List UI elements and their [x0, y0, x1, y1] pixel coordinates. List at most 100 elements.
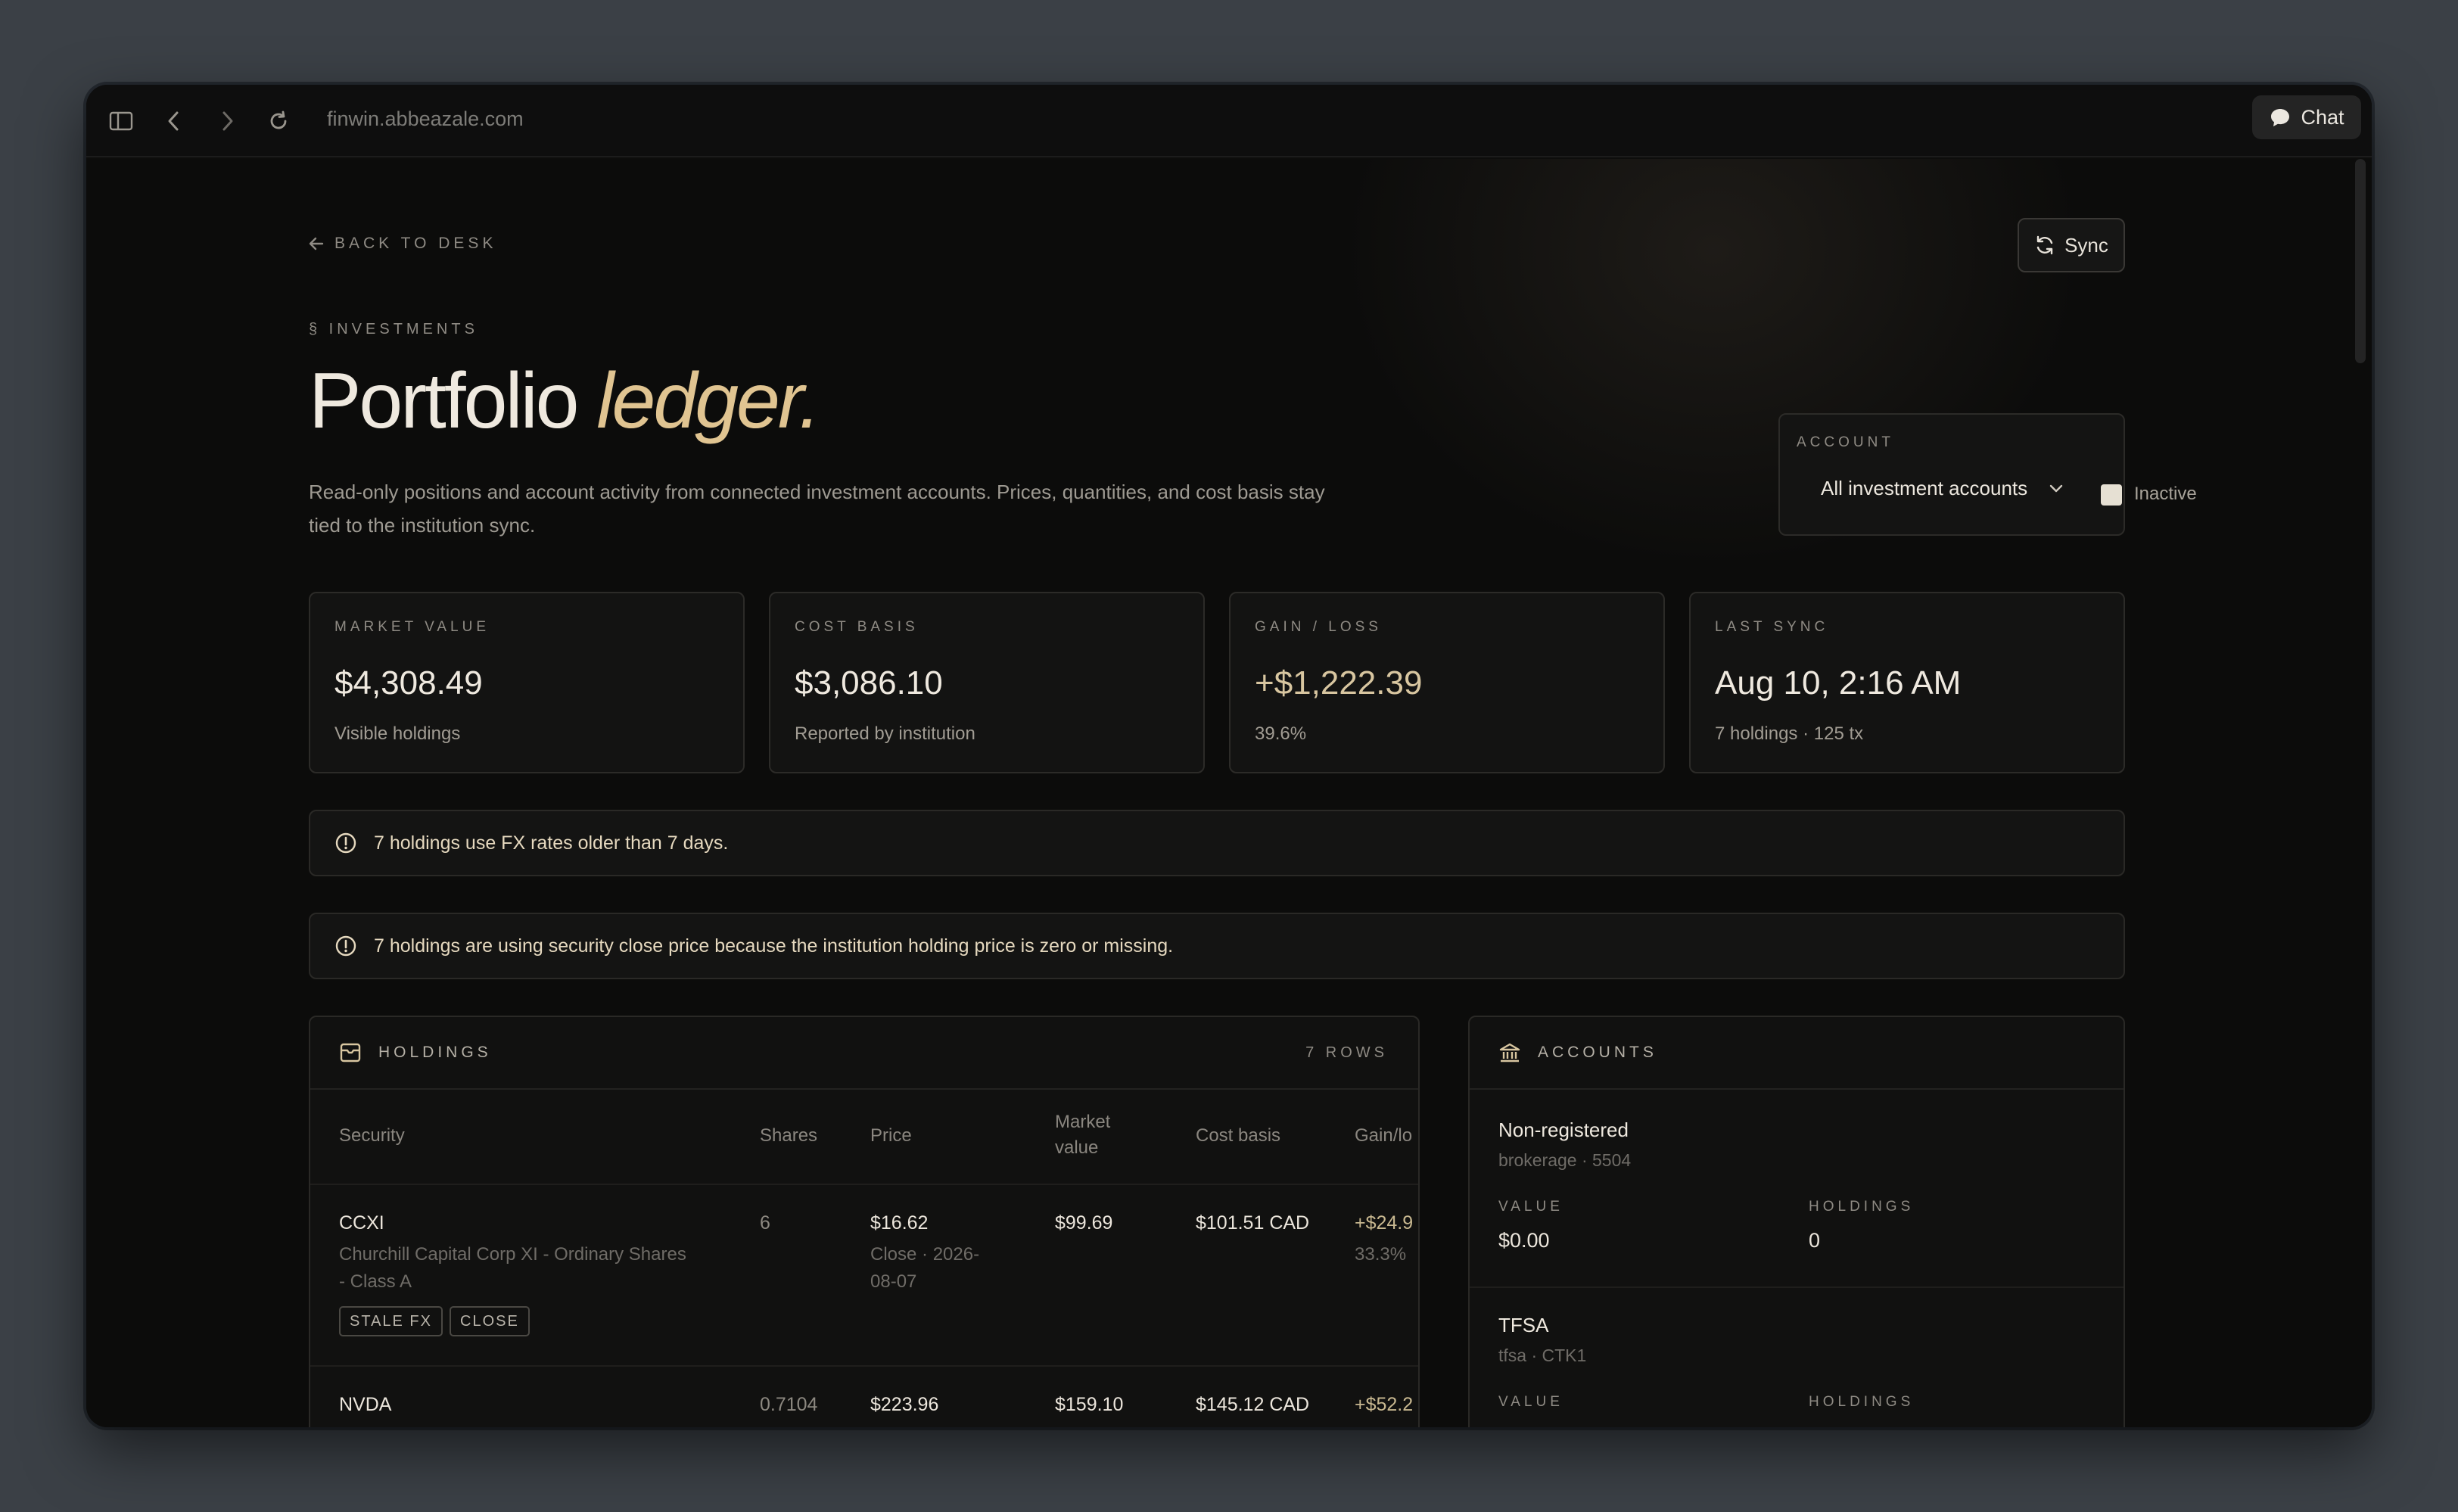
account-value-label: VALUE — [1498, 1199, 1563, 1215]
price-value: $223.96 — [870, 1394, 939, 1415]
alert-stale-fx: 7 holdings use FX rates older than 7 day… — [309, 810, 2125, 876]
stat-last-sync: LAST SYNC Aug 10, 2:16 AM 7 holdings · 1… — [1689, 592, 2125, 773]
account-filter: ACCOUNT All investment accounts Inactive — [1778, 413, 2197, 536]
account-select[interactable]: All investment accounts — [1821, 477, 2064, 500]
security-symbol: CCXI — [339, 1212, 384, 1234]
column-header-gain-loss[interactable]: Gain/lo — [1355, 1123, 1412, 1149]
shares-value: 6 — [760, 1212, 770, 1234]
account-value-label: VALUE — [1498, 1394, 1563, 1410]
chevron-down-icon — [2049, 484, 2063, 492]
account-select-value: All investment accounts — [1821, 477, 2028, 499]
column-header-price[interactable]: Price — [870, 1123, 912, 1149]
page-description: Read-only positions and account activity… — [309, 481, 1325, 537]
security-name: Churchill Capital Corp XI - Ordinary Sha… — [339, 1244, 686, 1265]
market-value: $159.10 — [1055, 1394, 1124, 1415]
accounts-title: ACCOUNTS — [1538, 1044, 1657, 1061]
stat-sub: 7 holdings · 125 tx — [1715, 723, 1864, 744]
column-header-market-value[interactable]: Market value — [1055, 1109, 1110, 1161]
account-sub: tfsa · CTK1 — [1498, 1346, 1587, 1365]
accounts-header: ACCOUNTS — [1470, 1017, 2124, 1090]
stat-label: GAIN / LOSS — [1255, 619, 1382, 635]
column-header-security[interactable]: Security — [339, 1123, 405, 1149]
market-value: $99.69 — [1055, 1212, 1113, 1234]
refresh-icon — [2036, 235, 2053, 255]
back-label: BACK TO DESK — [334, 235, 497, 252]
back-to-desk-link[interactable]: BACK TO DESK — [309, 235, 496, 253]
sync-label: Sync — [2064, 233, 2108, 257]
account-sub: brokerage · 5504 — [1498, 1150, 1632, 1170]
cost-basis: $145.12 CAD — [1196, 1394, 1310, 1415]
browser-window: finwin.abbeazale.com Chat BACK TO DESK S… — [86, 85, 2372, 1427]
page-title: Portfolio ledger. — [309, 362, 821, 440]
page-content: BACK TO DESK Sync § INVESTMENTS Portfoli… — [86, 159, 2372, 1427]
stat-label: MARKET VALUE — [334, 619, 490, 635]
holdings-title: HOLDINGS — [378, 1044, 492, 1061]
column-header-shares[interactable]: Shares — [760, 1123, 817, 1149]
account-name: Non-registered — [1498, 1118, 1629, 1141]
price-note-cont: 08-07 — [870, 1271, 917, 1292]
arrow-left-icon — [309, 237, 324, 250]
holdings-row-count: 7 ROWS — [1305, 1044, 1388, 1061]
row-divider — [310, 1184, 1418, 1185]
forward-arrow-icon[interactable] — [207, 101, 247, 141]
stat-value: $4,308.49 — [334, 664, 483, 702]
alert-text: 7 holdings use FX rates older than 7 day… — [374, 832, 729, 854]
gain-percent: 33.3% — [1355, 1244, 1407, 1265]
title-main: Portfolio — [309, 357, 597, 445]
holdings-panel: HOLDINGS 7 ROWS Security Shares Price Ma… — [309, 1016, 1420, 1427]
row-divider — [1470, 1286, 2124, 1288]
stat-label: COST BASIS — [795, 619, 919, 635]
account-name: TFSA — [1498, 1314, 1549, 1336]
account-filter-label: ACCOUNT — [1797, 434, 1894, 450]
stat-sub: Visible holdings — [334, 723, 461, 744]
price-note: Close · 2026- — [870, 1244, 980, 1265]
inactive-label: Inactive — [2134, 484, 2197, 504]
security-symbol: NVDA — [339, 1394, 392, 1415]
accounts-panel: ACCOUNTS Non-registered brokerage · 5504… — [1468, 1016, 2125, 1427]
stat-label: LAST SYNC — [1715, 619, 1829, 635]
bank-icon — [1499, 1043, 1520, 1062]
security-name-cont: - Class A — [339, 1271, 412, 1292]
stat-value: Aug 10, 2:16 AM — [1715, 664, 1962, 702]
stat-sub: Reported by institution — [795, 723, 975, 744]
gain-value: +$24.9 — [1355, 1212, 1414, 1234]
address-bar[interactable]: finwin.abbeazale.com — [327, 107, 524, 131]
column-header-cost-basis[interactable]: Cost basis — [1196, 1123, 1280, 1149]
row-divider — [310, 1365, 1418, 1367]
close-tag: CLOSE — [450, 1306, 530, 1336]
stat-gain-loss: GAIN / LOSS +$1,222.39 39.6% — [1229, 592, 1665, 773]
alert-text: 7 holdings are using security close pric… — [374, 935, 1174, 957]
stale-fx-tag: STALE FX — [339, 1306, 443, 1336]
sidebar-toggle-icon[interactable] — [101, 101, 141, 141]
scrollbar[interactable] — [2355, 159, 2366, 363]
gain-value: +$52.2 — [1355, 1394, 1414, 1415]
alert-close-price: 7 holdings are using security close pric… — [309, 913, 2125, 979]
account-value: $0.00 — [1498, 1229, 1550, 1252]
alert-circle-icon — [335, 832, 356, 854]
stat-market-value: MARKET VALUE $4,308.49 Visible holdings — [309, 592, 745, 773]
account-holdings: 0 — [1809, 1229, 1821, 1252]
stat-cost-basis: COST BASIS $3,086.10 Reported by institu… — [769, 592, 1205, 773]
alert-circle-icon — [335, 935, 356, 957]
back-arrow-icon[interactable] — [154, 101, 194, 141]
chat-bubble-icon — [2271, 109, 2290, 126]
cost-basis: $101.51 CAD — [1196, 1212, 1310, 1234]
price-value: $16.62 — [870, 1212, 929, 1234]
stat-value: +$1,222.39 — [1255, 664, 1423, 702]
chat-label: Chat — [2301, 105, 2344, 129]
stat-value: $3,086.10 — [795, 664, 943, 702]
chat-button[interactable]: Chat — [2252, 95, 2361, 139]
browser-toolbar: finwin.abbeazale.com Chat — [86, 85, 2372, 157]
inactive-checkbox[interactable] — [2101, 484, 2122, 506]
stat-sub: 39.6% — [1255, 723, 1307, 744]
title-accent: ledger. — [596, 357, 820, 445]
holdings-header: HOLDINGS 7 ROWS — [310, 1017, 1418, 1090]
summary-stats: MARKET VALUE $4,308.49 Visible holdings … — [309, 592, 2125, 773]
account-holdings-label: HOLDINGS — [1809, 1394, 1915, 1410]
holdings-icon — [340, 1043, 361, 1062]
account-holdings-label: HOLDINGS — [1809, 1199, 1915, 1215]
section-eyebrow: § INVESTMENTS — [309, 321, 478, 338]
shares-value: 0.7104 — [760, 1394, 818, 1415]
reload-icon[interactable] — [259, 101, 298, 141]
sync-button[interactable]: Sync — [2018, 218, 2125, 272]
